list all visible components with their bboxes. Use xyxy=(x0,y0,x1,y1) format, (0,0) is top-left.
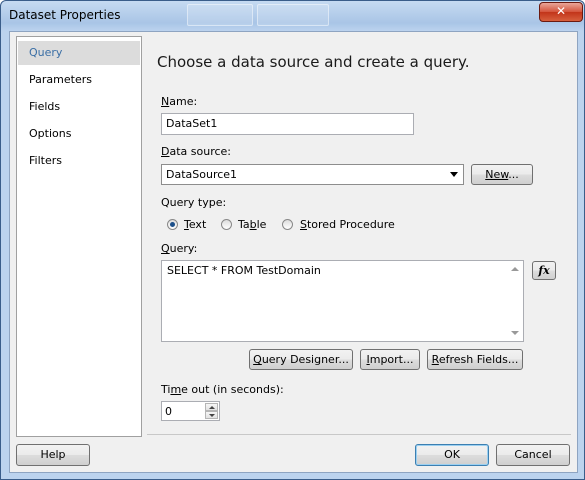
radio-table[interactable] xyxy=(221,219,232,230)
cancel-button[interactable]: Cancel xyxy=(496,444,570,466)
chevron-down-icon xyxy=(450,172,458,177)
data-source-label: Data source: xyxy=(161,145,232,158)
radio-text[interactable] xyxy=(167,219,178,230)
radio-selected-dot xyxy=(170,222,175,227)
query-textarea[interactable]: SELECT * FROM TestDomain xyxy=(161,260,524,342)
scroll-down-icon[interactable] xyxy=(511,331,519,335)
nav-panel: Query Parameters Fields Options Filters xyxy=(16,36,142,437)
nav-item-label: Parameters xyxy=(29,73,92,86)
nav-item-label: Filters xyxy=(29,154,62,167)
spin-up-icon[interactable] xyxy=(205,403,218,411)
data-source-value: DataSource1 xyxy=(166,168,238,181)
dialog-client-area: Query Parameters Fields Options Filters … xyxy=(9,31,578,473)
nav-item-label: Fields xyxy=(29,100,61,113)
timeout-stepper[interactable]: 0 xyxy=(161,401,220,421)
name-field[interactable]: DataSet1 xyxy=(161,113,414,135)
radio-stored-procedure-label[interactable]: Stored Procedure xyxy=(300,218,395,231)
dialog-window: Dataset Properties ✕ Query Parameters Fi… xyxy=(0,0,585,480)
title-bar[interactable]: Dataset Properties ✕ xyxy=(1,1,584,29)
expression-button[interactable]: fx xyxy=(532,261,556,280)
background-tab-ghost xyxy=(187,4,253,26)
query-text: SELECT * FROM TestDomain xyxy=(167,264,321,277)
close-button[interactable]: ✕ xyxy=(539,2,583,22)
name-field-value: DataSet1 xyxy=(166,117,218,130)
radio-table-label[interactable]: Table xyxy=(238,218,266,231)
scroll-up-icon[interactable] xyxy=(511,267,519,271)
background-tab-ghost xyxy=(257,4,329,26)
query-designer-button[interactable]: Query Designer... xyxy=(249,349,353,370)
nav-item-query[interactable]: Query xyxy=(18,41,140,65)
window-title: Dataset Properties xyxy=(9,8,121,22)
data-source-select[interactable]: DataSource1 xyxy=(161,164,464,185)
nav-item-fields[interactable]: Fields xyxy=(18,95,140,119)
nav-item-filters[interactable]: Filters xyxy=(18,149,140,173)
new-data-source-button[interactable]: New... xyxy=(471,164,533,185)
close-icon: ✕ xyxy=(555,4,567,18)
nav-item-label: Query xyxy=(29,46,63,59)
nav-item-label: Options xyxy=(29,127,72,140)
import-button[interactable]: Import... xyxy=(360,349,420,370)
query-scrollbar[interactable] xyxy=(507,261,523,341)
refresh-fields-button[interactable]: Refresh Fields... xyxy=(427,349,523,370)
ok-button[interactable]: OK xyxy=(415,444,489,466)
nav-item-parameters[interactable]: Parameters xyxy=(18,68,140,92)
page-heading: Choose a data source and create a query. xyxy=(157,53,470,71)
cancel-button-label: Cancel xyxy=(514,448,552,461)
spin-down-icon[interactable] xyxy=(205,411,218,419)
radio-stored-procedure[interactable] xyxy=(282,219,293,230)
query-label: Query: xyxy=(161,242,198,255)
timeout-label: Time out (in seconds): xyxy=(161,383,284,396)
footer-divider xyxy=(147,434,571,435)
nav-item-options[interactable]: Options xyxy=(18,122,140,146)
help-button-label: Help xyxy=(40,448,66,461)
timeout-value: 0 xyxy=(165,405,172,418)
radio-text-label[interactable]: Text xyxy=(184,218,206,231)
ok-button-label: OK xyxy=(444,448,460,461)
function-icon: fx xyxy=(538,264,550,277)
name-label: Name: xyxy=(161,95,198,108)
help-button[interactable]: Help xyxy=(16,444,90,466)
query-type-label: Query type: xyxy=(161,196,227,209)
